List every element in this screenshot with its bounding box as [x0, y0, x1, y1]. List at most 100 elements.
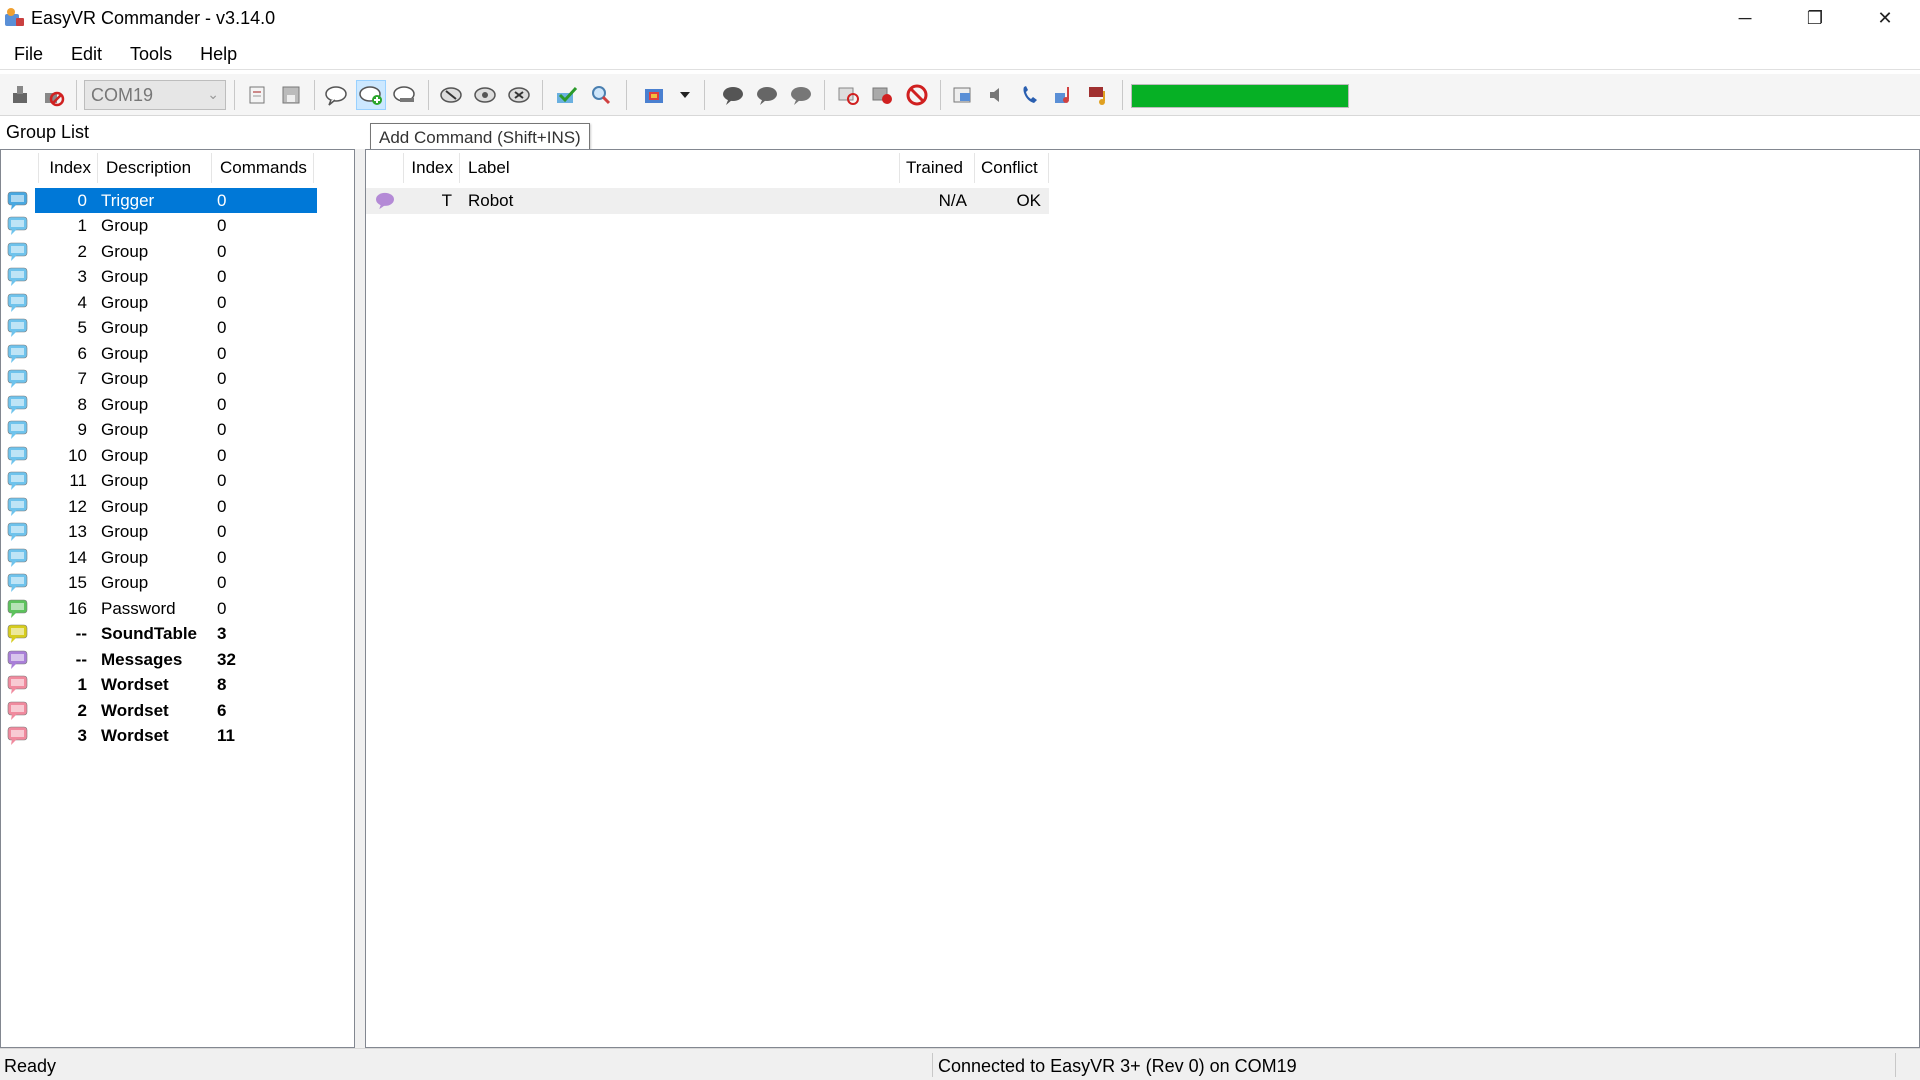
column-header-label[interactable]: Label	[460, 153, 900, 183]
group-row[interactable]: 1 Wordset 8	[1, 673, 309, 698]
group-commands: 0	[217, 343, 227, 363]
group-row[interactable]: 13 Group 0	[1, 520, 309, 545]
disconnect-icon[interactable]	[38, 80, 68, 110]
dropdown-arrow-icon[interactable]	[676, 80, 694, 110]
group-row[interactable]: -- Messages 32	[1, 647, 309, 672]
group-description: SoundTable	[101, 624, 198, 643]
soundtable-bubble-icon	[7, 624, 28, 643]
group-row[interactable]: 7 Group 0	[1, 367, 309, 392]
wordset-bubble-icon	[7, 675, 28, 694]
add-group-icon[interactable]	[322, 80, 352, 110]
speak-two-icon[interactable]	[752, 80, 782, 110]
open-file-icon[interactable]	[242, 80, 272, 110]
group-row[interactable]: 3 Wordset 11	[1, 724, 309, 749]
group-index: 0	[77, 190, 87, 210]
group-row[interactable]: 3 Group 0	[1, 265, 309, 290]
group-bubble-icon	[7, 344, 28, 363]
phone-icon[interactable]	[1016, 80, 1046, 110]
group-bubble-icon	[7, 573, 28, 592]
group-index: --	[75, 624, 87, 643]
volume-icon[interactable]	[982, 80, 1012, 110]
group-bubble-icon	[7, 369, 28, 388]
group-description: Trigger	[101, 190, 155, 210]
check-icon[interactable]	[552, 80, 582, 110]
group-row[interactable]: 12 Group 0	[1, 494, 309, 519]
command-index: T	[441, 191, 452, 210]
group-bubble-icon	[7, 242, 28, 261]
speak-three-icon[interactable]	[786, 80, 816, 110]
group-index: 10	[68, 445, 87, 465]
save-file-icon[interactable]	[276, 80, 306, 110]
group-row[interactable]: 1 Group 0	[1, 214, 309, 239]
column-header-conflict[interactable]: Conflict	[975, 153, 1049, 183]
column-header-trained[interactable]: Trained	[900, 153, 975, 183]
group-row[interactable]: 14 Group 0	[1, 545, 309, 570]
group-index: 3	[77, 726, 87, 745]
close-button[interactable]: ✕	[1850, 0, 1920, 36]
group-commands: 0	[217, 394, 227, 414]
column-header-description[interactable]: Description	[98, 153, 212, 183]
train-command-icon[interactable]	[436, 80, 466, 110]
add-command-icon[interactable]	[356, 80, 386, 110]
group-commands: 0	[217, 445, 227, 465]
group-description: Group	[101, 547, 149, 567]
column-header-index[interactable]: Index	[404, 153, 460, 183]
status-text: Ready	[4, 1056, 57, 1076]
group-row[interactable]: 9 Group 0	[1, 418, 309, 443]
group-row[interactable]: -- SoundTable 3	[1, 622, 309, 647]
group-description: Wordset	[101, 726, 169, 745]
group-row[interactable]: 11 Group 0	[1, 469, 309, 494]
group-index: 4	[77, 292, 87, 312]
column-header-index[interactable]: Index	[39, 153, 98, 183]
block-icon[interactable]	[902, 80, 932, 110]
firmware-icon[interactable]	[948, 80, 978, 110]
group-row[interactable]: 10 Group 0	[1, 443, 309, 468]
test-command-icon[interactable]	[470, 80, 500, 110]
command-row[interactable]: T Robot N/A OK	[366, 188, 1049, 214]
erase-training-icon[interactable]	[504, 80, 534, 110]
com-port-select[interactable]: COM19 ⌄	[84, 80, 226, 110]
remove-command-icon[interactable]	[390, 80, 420, 110]
search-icon[interactable]	[586, 80, 616, 110]
maximize-button[interactable]: ❐	[1780, 0, 1850, 36]
group-bubble-icon	[7, 216, 28, 235]
column-header-commands[interactable]: Commands	[212, 153, 314, 183]
group-row[interactable]: 8 Group 0	[1, 392, 309, 417]
group-row[interactable]: 0 Trigger 0	[1, 188, 317, 213]
group-index: --	[75, 649, 87, 669]
group-row[interactable]: 2 Wordset 6	[1, 698, 309, 723]
group-index: 5	[77, 318, 87, 337]
group-description: Password	[101, 598, 176, 618]
music-icon[interactable]	[1084, 80, 1114, 110]
group-row[interactable]: 6 Group 0	[1, 341, 309, 366]
menu-edit[interactable]: Edit	[57, 38, 116, 70]
group-index: 2	[77, 241, 87, 261]
group-row[interactable]: 5 Group 0	[1, 316, 309, 341]
com-port-value: COM19	[91, 85, 154, 105]
minimize-button[interactable]: ─	[1710, 0, 1780, 36]
group-commands: 0	[217, 522, 227, 541]
group-bubble-icon	[7, 471, 28, 490]
group-commands: 0	[217, 292, 227, 312]
connect-icon[interactable]	[6, 80, 36, 110]
command-list-panel: Index Label Trained Conflict T Robot N/A…	[365, 149, 1920, 1048]
group-row[interactable]: 2 Group 0	[1, 239, 309, 264]
sound-table-icon[interactable]	[1050, 80, 1080, 110]
download-icon[interactable]	[640, 80, 670, 110]
panel-splitter[interactable]	[355, 149, 365, 1048]
menu-tools[interactable]: Tools	[116, 38, 186, 70]
stop-icon[interactable]	[868, 80, 898, 110]
group-description: Group	[101, 573, 149, 592]
group-index: 7	[77, 369, 87, 388]
group-commands: 0	[217, 598, 227, 618]
menu-help[interactable]: Help	[186, 38, 251, 70]
group-commands: 0	[217, 547, 227, 567]
menu-file[interactable]: File	[0, 38, 57, 70]
cancel-icon[interactable]	[834, 80, 864, 110]
group-row[interactable]: 16 Password 0	[1, 596, 309, 621]
group-row[interactable]: 15 Group 0	[1, 571, 309, 596]
speak-icon[interactable]	[718, 80, 748, 110]
group-description: Group	[101, 369, 149, 388]
connection-status: Connected to EasyVR 3+ (Rev 0) on COM19	[938, 1056, 1297, 1076]
group-row[interactable]: 4 Group 0	[1, 290, 309, 315]
